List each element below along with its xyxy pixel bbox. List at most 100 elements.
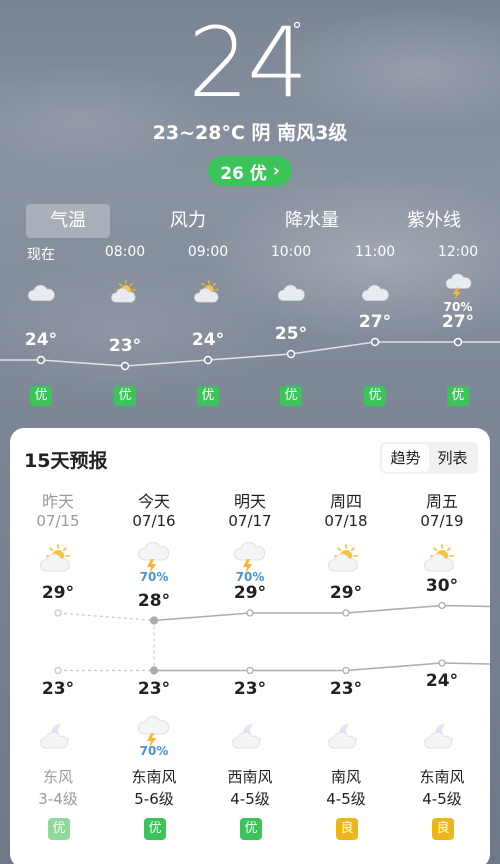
hour-time: 11:00 [354,244,396,260]
aqi-badge: 优 [240,818,262,840]
hour-time: 08:00 [104,244,146,260]
day-date: 07/16 [132,512,176,530]
cloudy-icon [361,280,389,308]
cloudy-icon [277,280,305,308]
precip-probability: 70% [139,570,169,584]
precip-probability: 70% [235,570,265,584]
temperature-point [453,337,463,347]
day-item[interactable]: 昨天 07/15 29° 23° 东风 3-4级 优 [10,488,106,840]
hour-item: 08:00 23° 优 [85,244,165,406]
day-item[interactable]: 周五 07/19 30° 24° 东南风 4-5级 良 [394,488,490,840]
temperature-point [203,355,213,365]
chevron-right-icon: › [272,161,280,181]
trend-point [342,609,350,617]
forecast-card: 15天预报 趋势 列表 昨天 07/15 29° 23° 东风 3-4级 优 今… [10,428,490,864]
trend-point [438,659,446,667]
partly-cloudy-icon [40,544,74,578]
day-name: 今天 [137,492,170,511]
partly-cloudy-icon [111,280,139,308]
moon-cloud-icon [40,720,74,754]
hour-item: 11:00 27° 优 [335,244,415,406]
wind-direction: 南风 [330,768,361,786]
aqi-button[interactable]: 26 优 › [208,156,292,186]
thunderstorm-icon [136,540,170,574]
hourly-tabs: 气温 风力 降水量 紫外线 [0,204,500,238]
thunderstorm-icon [136,714,170,748]
degree-symbol: ° [292,18,302,42]
temperature-line [0,341,500,367]
trend-point [149,666,159,675]
moon-cloud-icon [424,720,458,754]
partly-cloudy-icon [328,544,362,578]
hour-item: 10:00 25° 优 [251,244,331,406]
aqi-badge: 优 [144,818,166,840]
tab-uv[interactable]: 紫外线 [392,204,476,238]
high-temperature: 28° [137,590,171,611]
trend-point [246,666,254,675]
day-name: 明天 [233,492,266,511]
low-temperature: 23° [41,678,75,699]
wind-direction: 东南风 [419,768,465,786]
high-temperature: 29° [41,583,75,603]
hour-time: 09:00 [187,244,229,260]
wind-level: 3-4级 [38,790,78,808]
aqi-badge: 优 [48,818,70,840]
partly-cloudy-icon [424,544,458,578]
hour-time: 现在 [27,247,55,263]
high-temperature: 29° [233,583,267,603]
current-temperature: 24 [188,7,308,119]
high-temperature: 29° [329,583,363,603]
wind-direction: 东南风 [131,768,177,786]
hourly-temperature-curve [0,337,500,371]
low-temperature: 23° [137,678,171,699]
aqi-label: 26 优 [220,163,267,184]
trend-point [342,666,350,675]
day-date: 07/19 [420,512,464,530]
wind-level: 4-5级 [230,790,270,808]
hour-item: 09:00 24° 优 [168,244,248,406]
wind-level: 4-5级 [326,790,366,808]
day-name: 周五 [425,492,458,511]
aqi-badge: 良 [336,818,358,840]
wind-direction: 西南风 [227,768,273,786]
partly-cloudy-icon [194,280,222,308]
day-name: 周四 [329,492,362,511]
trend-point [246,609,254,617]
tab-temperature[interactable]: 气温 [26,204,110,238]
weather-summary: 23~28°C 阴 南风3级 [152,122,348,144]
day-item[interactable]: 周四 07/18 29° 23° 南风 4-5级 良 [298,488,394,840]
day-date: 07/18 [324,512,368,530]
past-high-line [57,612,155,622]
moon-cloud-icon [328,720,362,754]
trend-point [438,601,446,610]
high-temperature: 30° [425,575,459,596]
temperature-point [286,349,296,359]
temperature-point [120,361,130,371]
temperature-point [36,355,46,365]
tab-precipitation[interactable]: 降水量 [270,204,354,238]
wind-direction: 东风 [42,768,73,786]
night-precip-probability: 70% [139,744,169,758]
wind-level: 5-6级 [134,790,174,808]
low-temperature: 24° [425,671,459,691]
day-name: 昨天 [41,492,74,511]
day-item[interactable]: 明天 07/17 70% 29° 23° 西南风 4-5级 优 [202,488,298,840]
day-item[interactable]: 今天 07/16 70% 28° 23° 70% 东南风 5-6级 优 [106,488,202,840]
tab-wind[interactable]: 风力 [146,204,230,238]
hour-item: 现在 24° 优 [1,244,81,406]
trend-point [54,609,62,617]
hour-time: 10:00 [270,244,312,260]
thunderstorm-icon [444,272,472,300]
day-date: 07/15 [36,512,80,530]
thunderstorm-icon [232,540,266,574]
trend-point [149,616,159,625]
low-temperature: 23° [233,678,267,699]
low-temperature: 23° [329,678,363,699]
wind-level: 4-5级 [422,790,462,808]
day-date: 07/17 [228,512,272,530]
temperature-point [370,337,380,347]
cloudy-icon [27,280,55,308]
aqi-badge: 良 [432,818,454,840]
moon-cloud-icon [232,720,266,754]
hour-time: 12:00 [437,244,479,260]
